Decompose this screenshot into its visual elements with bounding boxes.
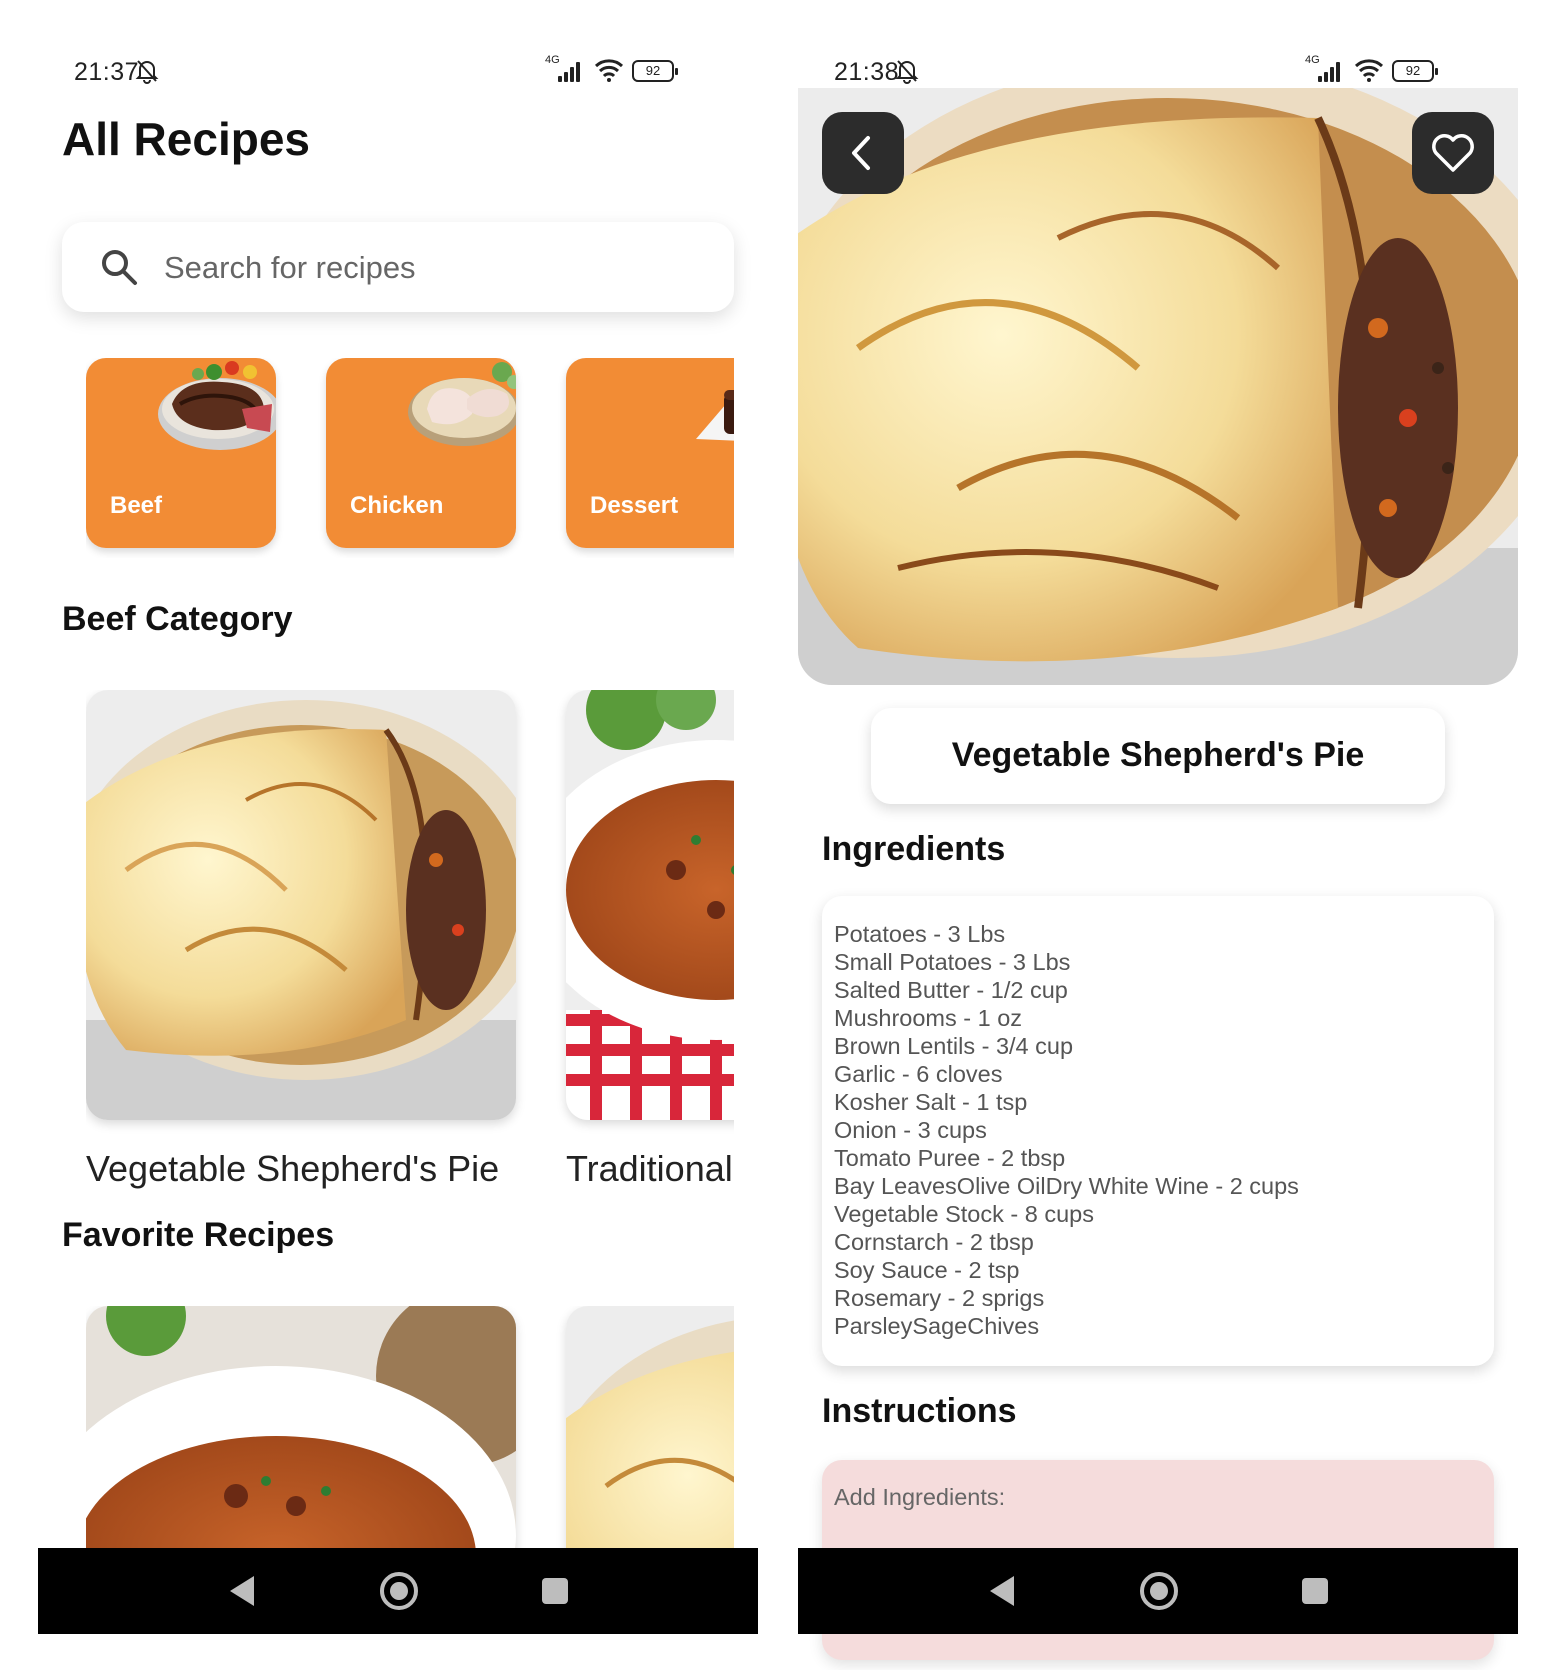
shepherds-pie-image: [566, 1306, 734, 1548]
ingredient-item: Vegetable Stock - 8 cups: [834, 1201, 1094, 1227]
all-recipes-screen: 21:37 4G 92 All Recipes Search for recip…: [38, 0, 758, 1670]
ingredient-item: Cornstarch - 2 tbsp: [834, 1229, 1034, 1255]
chicken-plate-image: [408, 362, 516, 446]
status-bar: 21:37 4G 92: [38, 54, 758, 90]
recipe-title-card: Vegetable Shepherd's Pie: [871, 708, 1445, 804]
shepherds-pie-image: [86, 690, 516, 1120]
recipe-detail-screen: 21:38 4G 92 Vegetable Shepherd's Pie Ing…: [798, 0, 1518, 1670]
nav-home-icon[interactable]: [380, 1572, 418, 1610]
system-nav-bar: [798, 1548, 1518, 1634]
status-time: 21:38: [834, 58, 900, 86]
bell-off-icon: [895, 60, 919, 84]
category-label: Beef: [110, 492, 163, 519]
ingredient-item: Salted Butter - 1/2 cup: [834, 977, 1068, 1003]
recipe-name: Traditional: [566, 1148, 733, 1189]
recipe-name: Vegetable Shepherd's Pie: [86, 1148, 500, 1189]
status-time: 21:37: [74, 58, 140, 86]
battery-icon: 92: [1392, 60, 1438, 82]
ingredient-item: Tomato Puree - 2 tbsp: [834, 1145, 1066, 1171]
favorite-recipe-card[interactable]: [566, 1306, 734, 1548]
status-bar: 21:38 4G 92: [798, 54, 1518, 90]
category-label: Chicken: [350, 492, 444, 519]
ingredient-item: Kosher Salt - 1 tsp: [834, 1089, 1028, 1115]
signal-icon: [558, 60, 582, 82]
ingredients-heading: Ingredients: [822, 830, 1006, 868]
ingredient-item: Garlic - 6 cloves: [834, 1061, 1003, 1087]
wifi-icon: [1354, 59, 1384, 82]
nav-home-icon[interactable]: [1140, 1572, 1178, 1610]
back-button[interactable]: [822, 112, 904, 194]
ingredient-item: ParsleySageChives: [834, 1313, 1040, 1339]
ingredients-card: Potatoes - 3 Lbs Small Potatoes - 3 Lbs …: [822, 896, 1494, 1366]
ingredient-item: Brown Lentils - 3/4 cup: [834, 1033, 1074, 1059]
system-nav-bar: [38, 1548, 758, 1634]
category-label: Dessert: [590, 492, 679, 519]
category-card-beef[interactable]: Beef: [86, 358, 276, 548]
ingredient-item: Onion - 3 cups: [834, 1117, 987, 1143]
chevron-left-icon: [852, 136, 870, 170]
favorite-recipe-list: [86, 1306, 734, 1548]
category-list: Beef Chicken Dessert: [86, 358, 734, 558]
favorite-button[interactable]: [1412, 112, 1494, 194]
beef-section-title: Beef Category: [62, 600, 293, 638]
instructions-heading: Instructions: [822, 1392, 1017, 1430]
category-card-dessert[interactable]: Dessert: [566, 358, 734, 548]
search-icon: [102, 250, 137, 285]
battery-icon: 92: [632, 60, 678, 82]
recipe-card[interactable]: [86, 690, 516, 1120]
heart-icon: [1432, 134, 1474, 172]
search-input[interactable]: Search for recipes: [62, 222, 734, 312]
ingredient-item: Bay LeavesOlive OilDry White Wine - 2 cu…: [834, 1173, 1299, 1199]
signal-icon: [1318, 60, 1342, 82]
beef-recipe-list: Vegetable Shepherd's Pie Traditional: [86, 690, 734, 1200]
ingredient-item: Rosemary - 2 sprigs: [834, 1285, 1045, 1311]
recipe-card[interactable]: [566, 690, 734, 1120]
bell-off-icon: [135, 60, 159, 84]
wifi-icon: [594, 59, 624, 82]
search-placeholder: Search for recipes: [164, 250, 416, 285]
recipe-hero-image: [798, 88, 1518, 685]
instructions-text: Add Ingredients:: [834, 1484, 1006, 1510]
stew-bowl-image: [86, 1306, 516, 1548]
ingredient-item: Soy Sauce - 2 tsp: [834, 1257, 1020, 1283]
steak-plate-image: [158, 361, 276, 450]
stew-bowl-image: [566, 690, 734, 1120]
nav-recents-icon[interactable]: [542, 1578, 568, 1604]
page-title: All Recipes: [62, 113, 310, 165]
chocolate-cake-image: [696, 390, 734, 441]
ingredient-item: Potatoes - 3 Lbs: [834, 921, 1006, 947]
category-card-chicken[interactable]: Chicken: [326, 358, 516, 548]
nav-back-icon[interactable]: [230, 1576, 254, 1606]
ingredient-item: Mushrooms - 1 oz: [834, 1005, 1023, 1031]
recipe-title: Vegetable Shepherd's Pie: [951, 736, 1365, 774]
favorites-section-title: Favorite Recipes: [62, 1216, 335, 1254]
favorite-recipe-card[interactable]: [86, 1306, 516, 1548]
ingredient-item: Small Potatoes - 3 Lbs: [834, 949, 1071, 975]
shepherds-pie-image: [798, 88, 1518, 685]
nav-recents-icon[interactable]: [1302, 1578, 1328, 1604]
nav-back-icon[interactable]: [990, 1576, 1014, 1606]
